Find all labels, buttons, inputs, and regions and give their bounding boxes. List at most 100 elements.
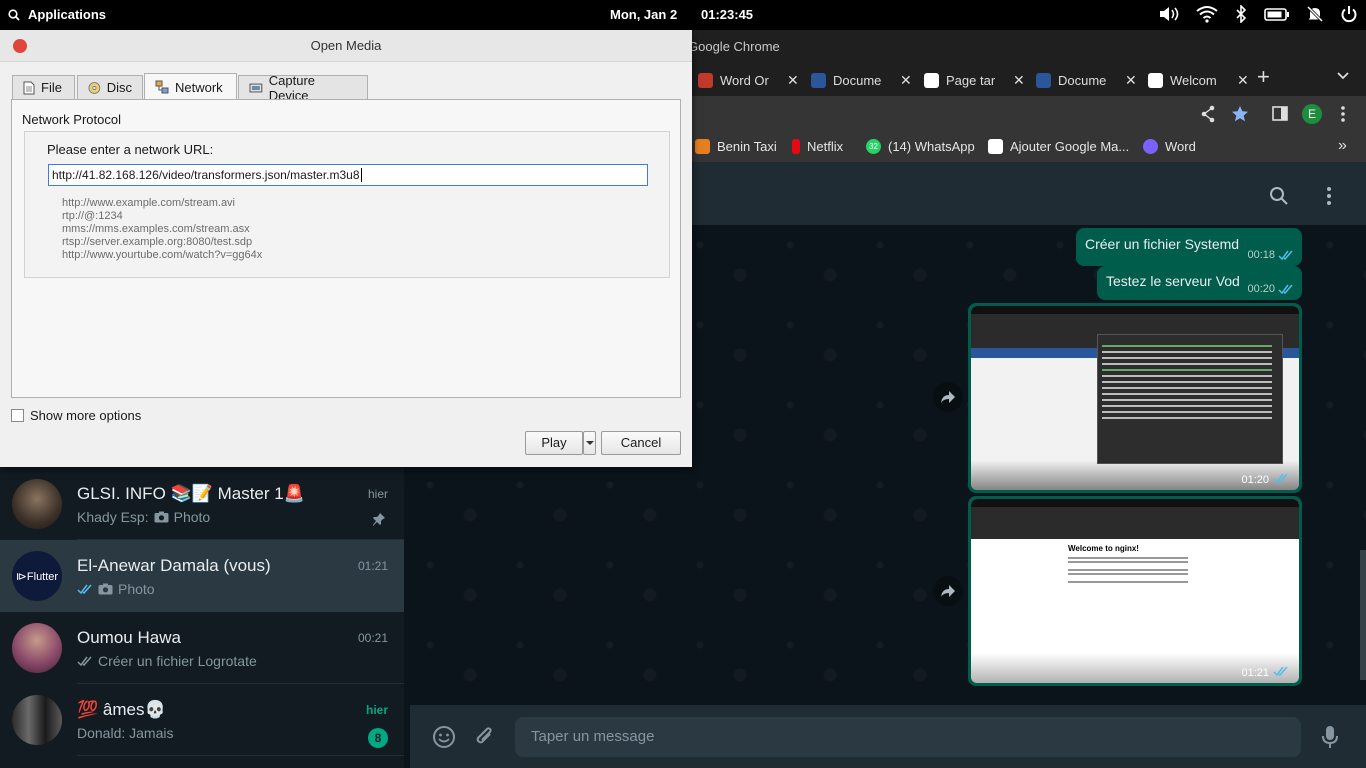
bluetooth-icon[interactable]: [1234, 5, 1248, 23]
battery-icon[interactable]: [1264, 5, 1290, 23]
message-meta: 00:20: [1247, 283, 1294, 295]
share-icon[interactable]: [1200, 105, 1216, 123]
tab-search-chevron-icon[interactable]: [1336, 71, 1350, 81]
screenshot-thumbnail[interactable]: Welcome to nginx! 01:21: [971, 499, 1299, 683]
url-example: http://www.example.com/stream.avi: [62, 197, 236, 209]
menu-dots-icon[interactable]: [1326, 186, 1332, 206]
chrome-tab[interactable]: Page tar ✕: [918, 66, 1030, 94]
message-input[interactable]: Taper un message: [515, 717, 1301, 757]
panel-date[interactable]: Mon, Jan 2: [610, 7, 677, 22]
chrome-tab[interactable]: Word Or ✕: [692, 66, 804, 94]
word-favicon-icon: [1143, 139, 1158, 154]
netflix-favicon-icon: [792, 139, 800, 154]
emoji-icon[interactable]: [432, 725, 456, 749]
tab-label: File: [41, 80, 62, 95]
search-icon[interactable]: [1269, 186, 1289, 206]
url-example: mms://mms.examples.com/stream.asx: [62, 223, 250, 235]
chat-list-item[interactable]: Oumou Hawa Créer un fichier Logrotate 00…: [0, 612, 404, 684]
tab-close-icon[interactable]: ✕: [900, 72, 912, 89]
tab-capture-device[interactable]: Capture Device: [238, 73, 368, 103]
bookmark-item[interactable]: Word: [1143, 139, 1196, 154]
show-more-options-checkbox[interactable]: Show more options: [11, 408, 141, 423]
tab-favicon-icon: [924, 72, 939, 88]
bookmark-item[interactable]: 32 (14) WhatsApp: [866, 139, 975, 154]
url-examples: http://www.example.com/stream.avi rtp://…: [62, 197, 262, 262]
bookmarks-overflow-icon[interactable]: »: [1338, 137, 1347, 155]
show-more-options-label: Show more options: [30, 408, 142, 423]
volume-icon[interactable]: [1158, 5, 1180, 23]
message-time: 00:20: [1247, 283, 1275, 295]
chat-avatar: [12, 695, 62, 745]
applications-menu[interactable]: Applications: [8, 7, 106, 22]
chrome-window-title: Google Chrome: [688, 39, 780, 54]
image-message[interactable]: 01:20: [968, 303, 1302, 493]
bookmark-item[interactable]: Netflix: [792, 139, 843, 154]
thumb-terminal: [1097, 334, 1283, 464]
bookmark-item[interactable]: Benin Taxi: [695, 139, 777, 154]
chat-preview: Donald: Jamais: [77, 725, 174, 741]
message-time: 01:20: [1241, 474, 1269, 486]
notifications-off-icon[interactable]: [1306, 5, 1324, 23]
tab-favicon-icon: [811, 72, 826, 88]
wifi-icon[interactable]: [1196, 5, 1218, 23]
bookmark-label: Ajouter Google Ma...: [1010, 139, 1130, 154]
double-check-icon: [1278, 250, 1293, 260]
chat-time: 00:21: [357, 631, 388, 645]
power-icon[interactable]: [1340, 5, 1358, 23]
bookmark-item[interactable]: Ajouter Google Ma...: [988, 139, 1129, 154]
chat-list-item[interactable]: GLSI. INFO 📚📝 Master 1🚨 Khady Esp: Photo…: [0, 468, 404, 540]
chat-time: hier: [365, 703, 388, 717]
bookmark-star-icon[interactable]: [1231, 105, 1249, 123]
chat-list-item[interactable]: 💯 âmes💀 Donald: Jamais hier 8: [0, 684, 404, 756]
outgoing-message[interactable]: Testez le serveur Vod 00:20: [1097, 266, 1302, 300]
tab-disc[interactable]: Disc: [77, 75, 143, 99]
screenshot-thumbnail[interactable]: 01:20: [971, 306, 1299, 490]
tab-close-icon[interactable]: ✕: [1013, 72, 1025, 89]
thumb-nginx-lines: [1068, 557, 1188, 559]
cancel-button[interactable]: Cancel: [601, 431, 681, 455]
attach-paperclip-icon[interactable]: [474, 725, 496, 749]
tab-close-icon[interactable]: ✕: [1125, 72, 1137, 89]
chrome-menu-icon[interactable]: [1340, 105, 1346, 123]
whatsapp-favicon-icon: 32: [866, 139, 881, 154]
microphone-icon[interactable]: [1322, 725, 1338, 749]
checkbox-box[interactable]: [11, 409, 24, 422]
chat-preview-text: Photo: [173, 509, 211, 525]
play-options-dropdown[interactable]: [583, 431, 596, 455]
thumb-panel: [971, 499, 1299, 507]
tab-label: Capture Device: [268, 72, 316, 103]
side-panel-icon[interactable]: [1272, 105, 1288, 123]
message-time: 00:18: [1247, 249, 1275, 261]
outgoing-message[interactable]: Créer un fichier Systemd 00:18: [1076, 228, 1302, 266]
chat-time: hier: [367, 487, 388, 501]
chat-preview-sender: Khady Esp:: [77, 509, 149, 525]
conversation-scrollbar[interactable]: [1360, 550, 1366, 680]
chat-preview: Créer un fichier Logrotate: [77, 653, 257, 669]
double-check-icon: [1278, 284, 1293, 294]
thumb-browser-chrome: [971, 507, 1299, 539]
new-tab-plus-icon[interactable]: +: [1257, 66, 1270, 88]
camera-icon: [98, 583, 113, 595]
forward-arrow-icon[interactable]: [933, 382, 963, 412]
url-example: rtsp://server.example.org:8080/test.sdp: [62, 236, 253, 248]
tab-close-icon[interactable]: ✕: [787, 72, 799, 89]
tab-favicon-icon: [1148, 72, 1163, 88]
tab-label: Docume: [1058, 72, 1107, 88]
thumb-nginx-heading: Welcome to nginx!: [1068, 544, 1139, 553]
chat-list-item[interactable]: ⧐Flutter El-Anewar Damala (vous) Photo 0…: [0, 540, 404, 612]
network-url-input[interactable]: http://41.82.168.126/video/transformers.…: [48, 164, 648, 186]
chrome-tab[interactable]: Docume ✕: [1030, 66, 1142, 94]
play-button[interactable]: Play: [525, 431, 583, 455]
chrome-tab[interactable]: Welcom ✕: [1142, 66, 1254, 94]
panel-time[interactable]: 01:23:45: [701, 7, 753, 22]
chrome-tab[interactable]: Docume ✕: [805, 66, 917, 94]
tab-favicon-icon: [1036, 72, 1051, 88]
image-message[interactable]: Welcome to nginx! 01:21: [968, 496, 1302, 686]
forward-arrow-icon[interactable]: [933, 576, 963, 606]
double-check-icon: [1273, 666, 1288, 677]
message-text: Testez le serveur Vod: [1106, 273, 1240, 289]
tab-close-icon[interactable]: ✕: [1237, 72, 1249, 89]
tab-file[interactable]: File: [12, 75, 75, 99]
profile-avatar[interactable]: E: [1302, 104, 1322, 124]
tab-network[interactable]: Network: [144, 73, 237, 100]
